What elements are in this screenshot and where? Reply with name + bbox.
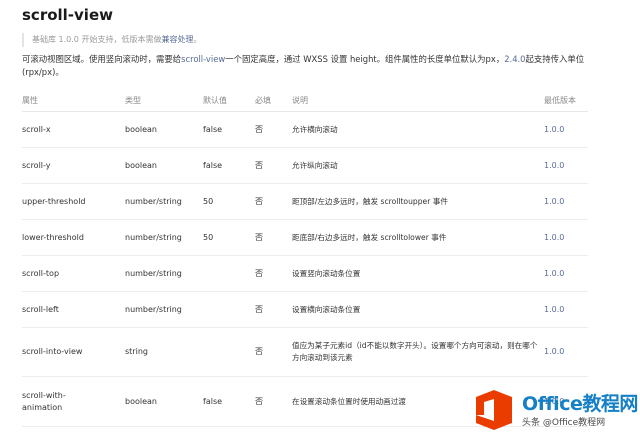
cell-default: [203, 255, 255, 292]
header-attr: 属性: [22, 89, 125, 112]
description-part2: 一个固定高度，通过 WXSS 设置 height。组件属性的长度单位默认为px，: [225, 54, 505, 64]
cell-required: 否: [255, 376, 292, 427]
table-row: lower-threshold number/string 50 否 距底部/右…: [22, 219, 588, 256]
cell-type: number/string: [125, 255, 203, 292]
compat-link[interactable]: 兼容处理: [161, 35, 193, 44]
cell-attr: scroll-x: [22, 111, 125, 148]
cell-version-link[interactable]: 1.0.0: [544, 327, 588, 377]
attributes-table: 属性 类型 默认值 必填 说明 最低版本 scroll-x boolean fa…: [22, 89, 588, 427]
cell-version-link[interactable]: 1.0.0: [544, 291, 588, 328]
table-row: scroll-into-view string 否 值应为某子元素id（id不能…: [22, 327, 588, 377]
watermark-sub: 头条 @Office教程网: [522, 418, 606, 428]
cell-type: boolean: [125, 147, 203, 184]
watermark: Office教程网 头条 @Office教程网: [468, 385, 638, 435]
cell-version-link[interactable]: 1.0.0: [544, 255, 588, 292]
table-row: scroll-x boolean false 否 允许横向滚动 1.0.0: [22, 111, 588, 148]
cell-default: 50: [203, 219, 255, 256]
table-header-row: 属性 类型 默认值 必填 说明 最低版本: [22, 89, 588, 112]
cell-type: string: [125, 327, 203, 377]
cell-required: 否: [255, 255, 292, 292]
cell-default: false: [203, 147, 255, 184]
cell-default: false: [203, 376, 255, 427]
cell-desc: 设置竖向滚动条位置: [292, 255, 544, 292]
cell-required: 否: [255, 219, 292, 256]
cell-desc: 允许横向滚动: [292, 111, 544, 148]
office-logo-icon: [476, 390, 512, 430]
cell-desc: 值应为某子元素id（id不能以数字开头）。设置哪个方向可滚动，则在哪个方向滚动到…: [292, 327, 544, 377]
header-version: 最低版本: [544, 89, 588, 112]
cell-type: number/string: [125, 219, 203, 256]
cell-default: 50: [203, 183, 255, 220]
version-link[interactable]: 2.4.0: [504, 54, 525, 64]
table-row: scroll-y boolean false 否 允许纵向滚动 1.0.0: [22, 147, 588, 184]
cell-version-link[interactable]: 1.0.0: [544, 147, 588, 184]
header-default: 默认值: [203, 89, 255, 112]
cell-required: 否: [255, 183, 292, 220]
cell-attr: scroll-left: [22, 291, 125, 328]
support-notice-suffix: 。: [193, 35, 202, 44]
cell-desc: 距底部/右边多远时，触发 scrolltolower 事件: [292, 219, 544, 256]
scroll-view-link[interactable]: scroll-view: [181, 54, 225, 64]
watermark-brand: Office教程网: [522, 393, 638, 415]
header-desc: 说明: [292, 89, 544, 112]
cell-version-link[interactable]: 1.0.0: [544, 111, 588, 148]
cell-default: [203, 327, 255, 377]
cell-attr: scroll-y: [22, 147, 125, 184]
support-notice: 基础库 1.0.0 开始支持，低版本需做兼容处理。: [22, 33, 201, 47]
cell-type: number/string: [125, 291, 203, 328]
header-required: 必填: [255, 89, 292, 112]
cell-attr: scroll-into-view: [22, 327, 125, 377]
cell-type: number/string: [125, 183, 203, 220]
cell-required: 否: [255, 327, 292, 377]
cell-desc: 设置横向滚动条位置: [292, 291, 544, 328]
cell-version-link[interactable]: 1.0.0: [544, 183, 588, 220]
cell-required: 否: [255, 291, 292, 328]
cell-attr: scroll-top: [22, 255, 125, 292]
cell-attr: lower-threshold: [22, 219, 125, 256]
cell-desc: 距顶部/左边多远时，触发 scrolltoupper 事件: [292, 183, 544, 220]
cell-attr: scroll-with-animation: [22, 376, 125, 427]
table-row: scroll-top number/string 否 设置竖向滚动条位置 1.0…: [22, 255, 588, 292]
description-part1: 可滚动视图区域。使用竖向滚动时，需要给: [22, 54, 182, 64]
cell-required: 否: [255, 111, 292, 148]
cell-default: [203, 291, 255, 328]
cell-required: 否: [255, 147, 292, 184]
cell-version-link[interactable]: 1.0.0: [544, 219, 588, 256]
cell-desc: 允许纵向滚动: [292, 147, 544, 184]
component-description: 可滚动视图区域。使用竖向滚动时，需要给scroll-view一个固定高度，通过 …: [22, 53, 588, 79]
support-notice-text: 基础库 1.0.0 开始支持，低版本需做: [32, 35, 162, 44]
cell-default: false: [203, 111, 255, 148]
cell-type: boolean: [125, 376, 203, 427]
page-title: scroll-view: [22, 6, 113, 24]
cell-type: boolean: [125, 111, 203, 148]
cell-attr: upper-threshold: [22, 183, 125, 220]
table-row: scroll-left number/string 否 设置横向滚动条位置 1.…: [22, 291, 588, 328]
header-type: 类型: [125, 89, 203, 112]
table-row: upper-threshold number/string 50 否 距顶部/左…: [22, 183, 588, 220]
